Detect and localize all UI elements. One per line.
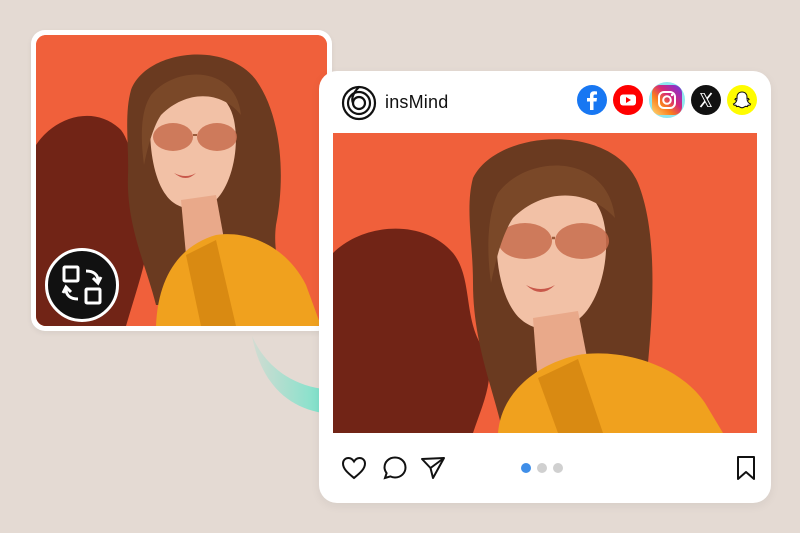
bookmark-icon: [737, 456, 755, 480]
youtube-button[interactable]: [613, 85, 643, 115]
youtube-icon: [620, 94, 636, 106]
x-button[interactable]: [691, 85, 721, 115]
instagram-button[interactable]: [649, 82, 685, 118]
snapchat-button[interactable]: [727, 85, 757, 115]
insmind-logo-icon: [341, 85, 377, 121]
share-button[interactable]: [418, 453, 448, 483]
post-header: insMind: [319, 71, 771, 133]
social-post-card: insMind: [319, 71, 771, 503]
comment-icon: [383, 456, 407, 480]
original-photo: [36, 35, 327, 326]
brand-name: insMind: [385, 92, 449, 112]
heart-icon: [341, 456, 367, 480]
carousel-dot[interactable]: [553, 463, 563, 473]
carousel-dot[interactable]: [521, 463, 531, 473]
comment-button[interactable]: [380, 453, 410, 483]
original-photo-card: [31, 30, 332, 331]
post-actions: [319, 451, 771, 485]
facebook-icon: [587, 91, 597, 110]
share-icon: [421, 457, 445, 479]
carousel-dot[interactable]: [537, 463, 547, 473]
x-icon: [699, 92, 713, 108]
snapchat-icon: [732, 91, 752, 109]
like-button[interactable]: [339, 453, 369, 483]
resize-badge[interactable]: [45, 248, 119, 322]
post-photo: [333, 133, 757, 433]
bookmark-button[interactable]: [731, 453, 761, 483]
instagram-icon: [652, 85, 682, 115]
social-platforms: [577, 82, 757, 118]
facebook-button[interactable]: [577, 85, 607, 115]
carousel-indicator: [521, 463, 563, 473]
resize-swap-icon: [61, 265, 103, 305]
